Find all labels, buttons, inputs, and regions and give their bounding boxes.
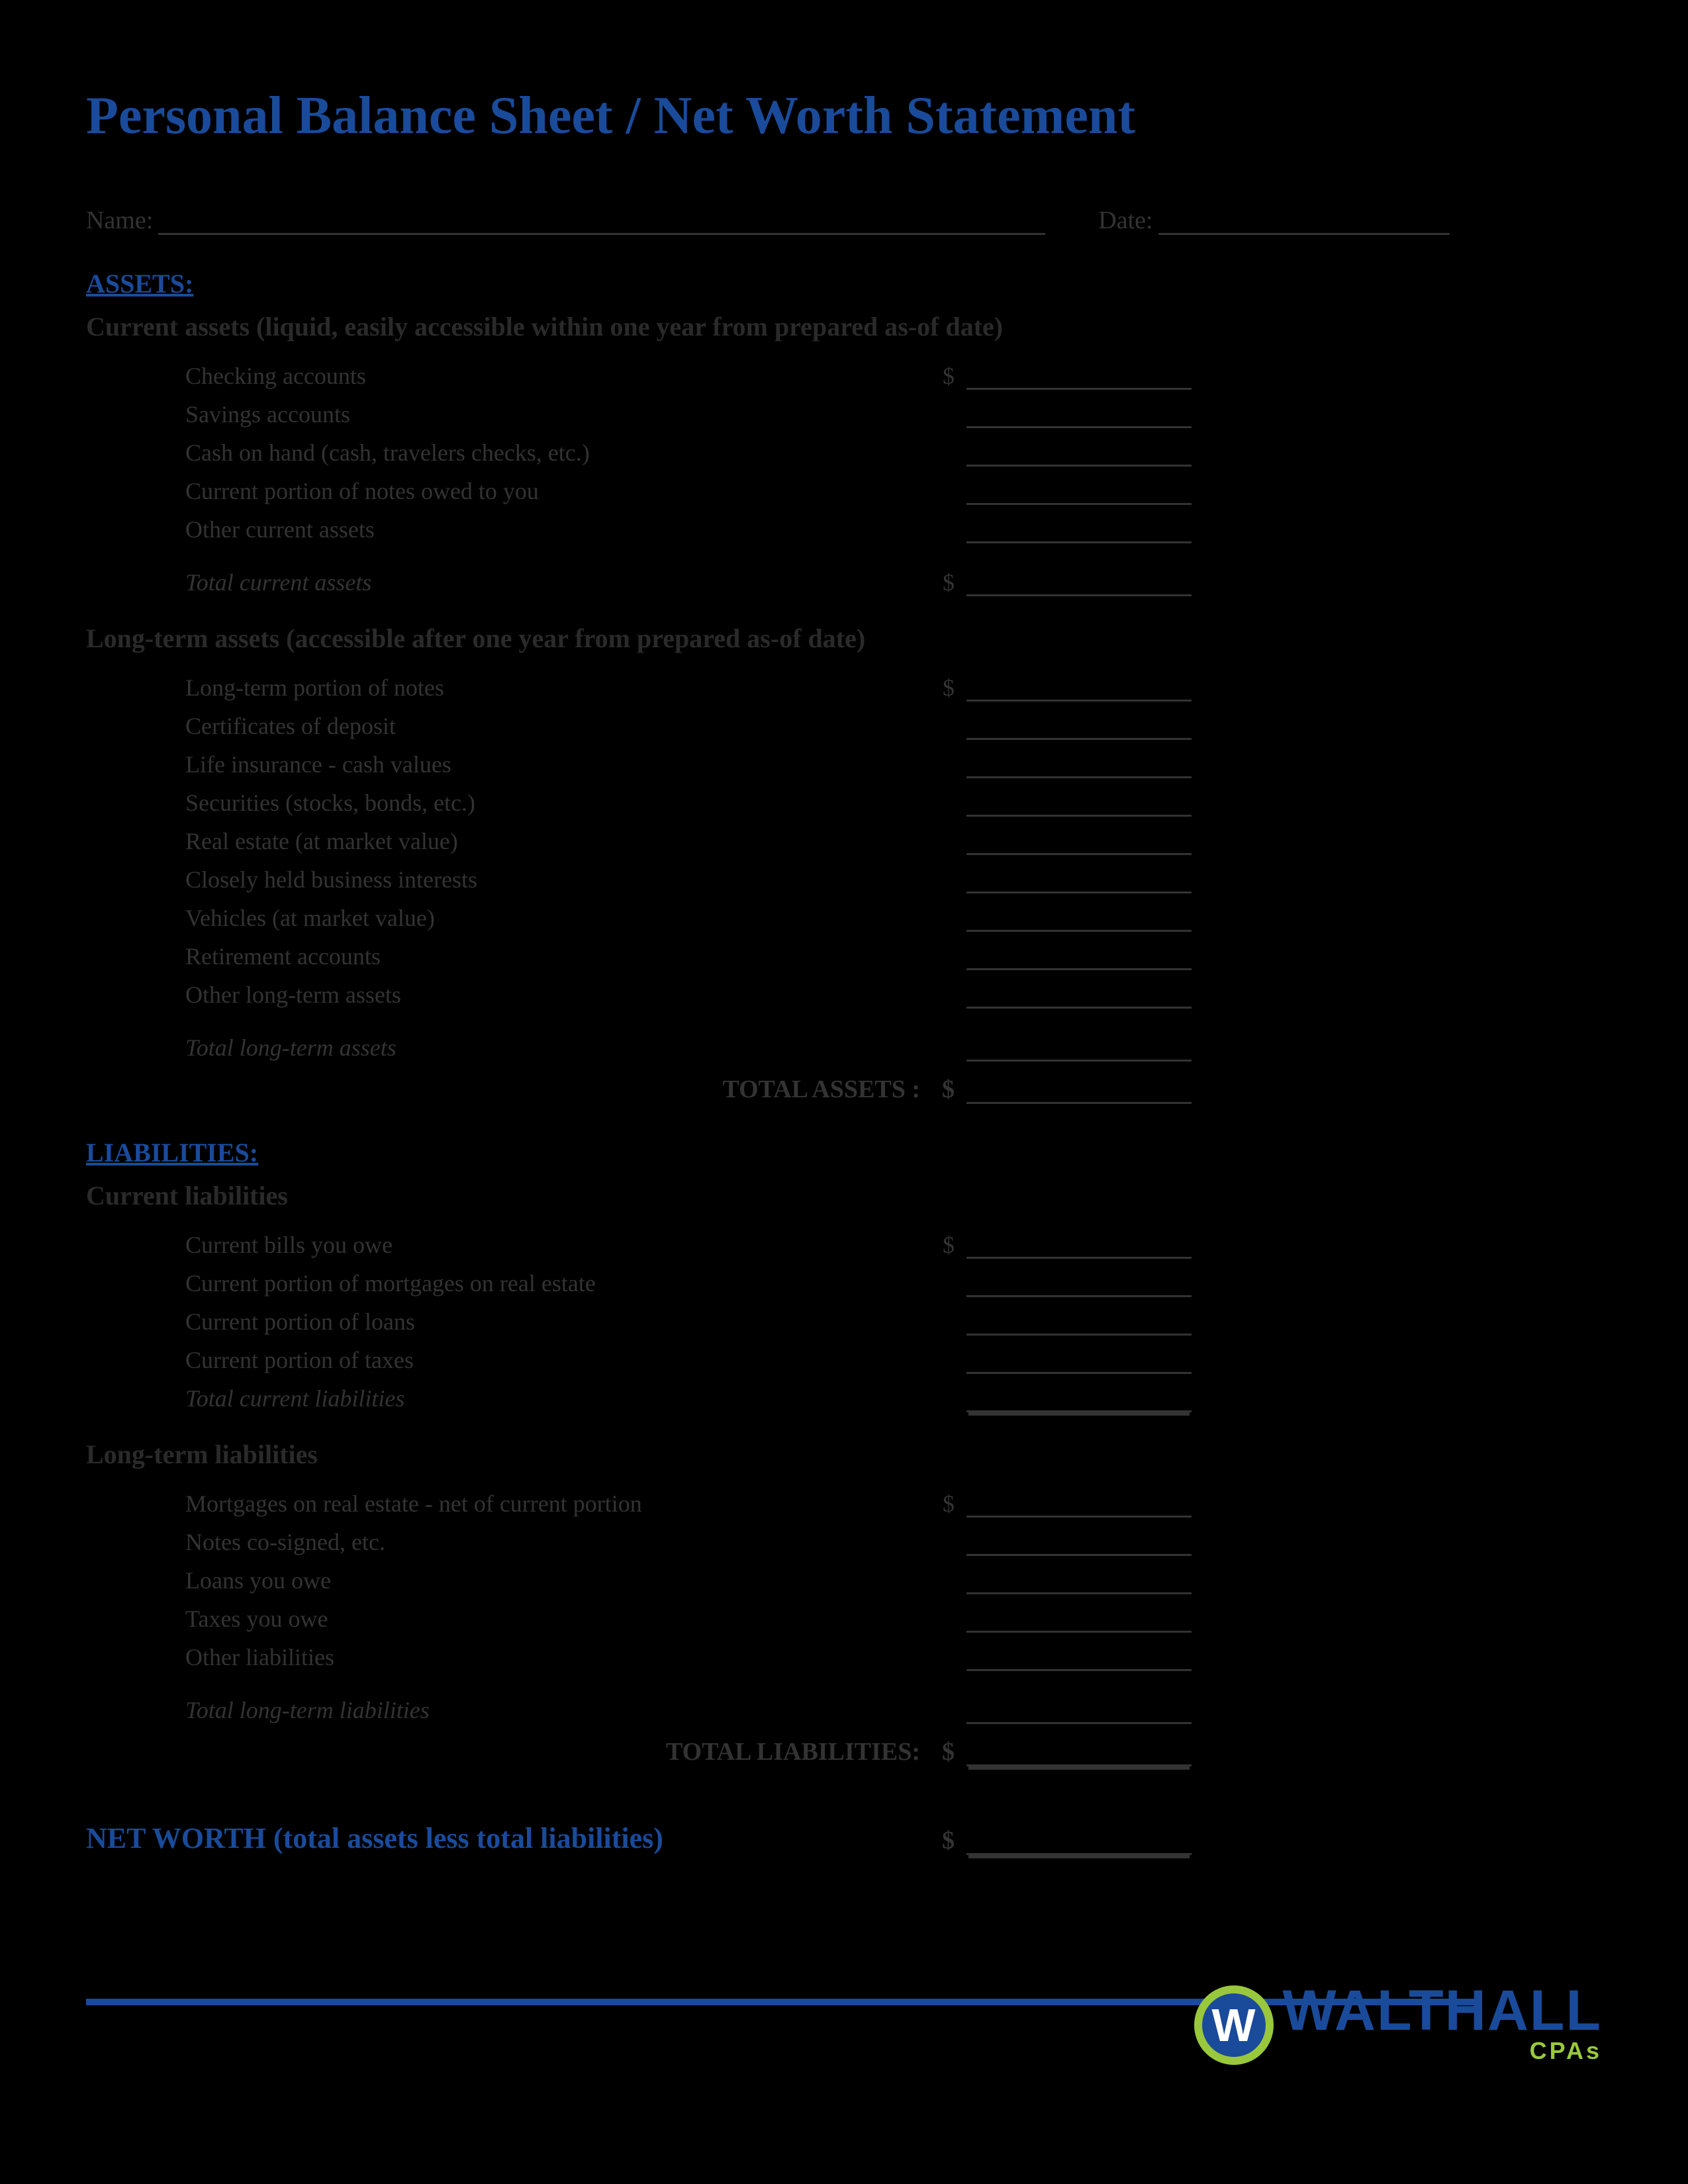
line-item: Taxes you owe (86, 1594, 1602, 1633)
line-item: Long-term portion of notes$ (86, 663, 1602, 702)
line-item: Current portion of loans (86, 1297, 1602, 1336)
dollar-sign: $ (920, 1231, 966, 1259)
line-item: Certificates of deposit (86, 702, 1602, 740)
amount-field[interactable] (966, 366, 1192, 390)
amount-field[interactable] (966, 946, 1192, 970)
amount-field[interactable] (966, 1570, 1192, 1594)
amount-field[interactable] (966, 908, 1192, 932)
amount-field[interactable] (966, 831, 1192, 855)
line-item: Vehicles (at market value) (86, 893, 1602, 932)
line-item: Current portion of taxes (86, 1336, 1602, 1374)
amount-field[interactable] (966, 1741, 1192, 1766)
amount-field[interactable] (966, 1830, 1192, 1855)
dollar-sign: $ (920, 362, 966, 390)
logo-mark-icon: W (1194, 1985, 1274, 2065)
line-item: Current portion of notes owed to you (86, 467, 1602, 505)
dollar-sign: $ (920, 1075, 966, 1104)
longterm-assets-heading: Long-term assets (accessible after one y… (86, 623, 1602, 654)
date-label: Date: (1098, 206, 1152, 235)
amount-field[interactable] (966, 1647, 1192, 1671)
line-item: Closely held business interests (86, 855, 1602, 893)
amount-field[interactable] (966, 716, 1192, 740)
line-item: Retirement accounts (86, 932, 1602, 970)
amount-field[interactable] (966, 1312, 1192, 1336)
amount-field[interactable] (966, 1273, 1192, 1297)
subtotal-row: Total long-term assets (86, 1023, 1602, 1062)
line-item: Notes co-signed, etc. (86, 1518, 1602, 1556)
line-item: Cash on hand (cash, travelers checks, et… (86, 428, 1602, 467)
amount-field[interactable] (966, 443, 1192, 467)
logo: W WALTHALL CPAs (1194, 1985, 1603, 2065)
line-item: Other long-term assets (86, 970, 1602, 1009)
amount-field[interactable] (966, 572, 1192, 596)
amount-field[interactable] (966, 481, 1192, 505)
dollar-sign: $ (920, 674, 966, 702)
dollar-sign: $ (920, 569, 966, 596)
line-item: Other liabilities (86, 1633, 1602, 1671)
amount-field[interactable] (966, 870, 1192, 893)
dollar-sign: $ (920, 1490, 966, 1518)
current-assets-heading: Current assets (liquid, easily accessibl… (86, 311, 1602, 342)
amount-field[interactable] (966, 1038, 1192, 1062)
amount-field[interactable] (966, 1494, 1192, 1518)
amount-field[interactable] (966, 1079, 1192, 1104)
line-item: Mortgages on real estate - net of curren… (86, 1479, 1602, 1518)
line-item: Current bills you owe$ (86, 1220, 1602, 1259)
amount-field[interactable] (966, 754, 1192, 778)
total-assets-row: TOTAL ASSETS : $ (86, 1062, 1602, 1104)
line-item: Savings accounts (86, 390, 1602, 428)
amount-field[interactable] (966, 1350, 1192, 1374)
line-item: Checking accounts$ (86, 351, 1602, 390)
dollar-sign: $ (920, 1826, 966, 1855)
page-title: Personal Balance Sheet / Net Worth State… (86, 86, 1602, 146)
subtotal-row: Total current liabilities (86, 1374, 1602, 1412)
line-item: Other current assets (86, 505, 1602, 543)
logo-subtext: CPAs (1530, 2037, 1602, 2065)
amount-field[interactable] (966, 1235, 1192, 1259)
name-label: Name: (86, 206, 153, 235)
liabilities-heading: LIABILITIES: (86, 1137, 1602, 1168)
date-field[interactable] (1158, 210, 1450, 235)
line-item: Securities (stocks, bonds, etc.) (86, 778, 1602, 817)
assets-heading: ASSETS: (86, 268, 1602, 299)
dollar-sign: $ (920, 1737, 966, 1766)
name-field[interactable] (158, 210, 1045, 235)
logo-text: WALTHALL (1283, 1985, 1603, 2036)
amount-field[interactable] (966, 1609, 1192, 1633)
longterm-liabilities-heading: Long-term liabilities (86, 1439, 1602, 1470)
current-liabilities-heading: Current liabilities (86, 1180, 1602, 1211)
total-liabilities-row: TOTAL LIABILITIES: $ (86, 1724, 1602, 1766)
line-item: Life insurance - cash values (86, 740, 1602, 778)
amount-field[interactable] (966, 1532, 1192, 1556)
subtotal-row: Total long-term liabilities (86, 1686, 1602, 1724)
amount-field[interactable] (966, 404, 1192, 428)
net-worth-row: NET WORTH (total assets less total liabi… (86, 1813, 1602, 1855)
line-item: Loans you owe (86, 1556, 1602, 1594)
amount-field[interactable] (966, 1388, 1192, 1412)
amount-field[interactable] (966, 1700, 1192, 1724)
amount-field[interactable] (966, 520, 1192, 543)
line-item: Real estate (at market value) (86, 817, 1602, 855)
header-row: Name: Date: (86, 206, 1602, 235)
amount-field[interactable] (966, 793, 1192, 817)
subtotal-row: Total current assets$ (86, 558, 1602, 596)
line-item: Current portion of mortgages on real est… (86, 1259, 1602, 1297)
amount-field[interactable] (966, 678, 1192, 702)
amount-field[interactable] (966, 985, 1192, 1009)
